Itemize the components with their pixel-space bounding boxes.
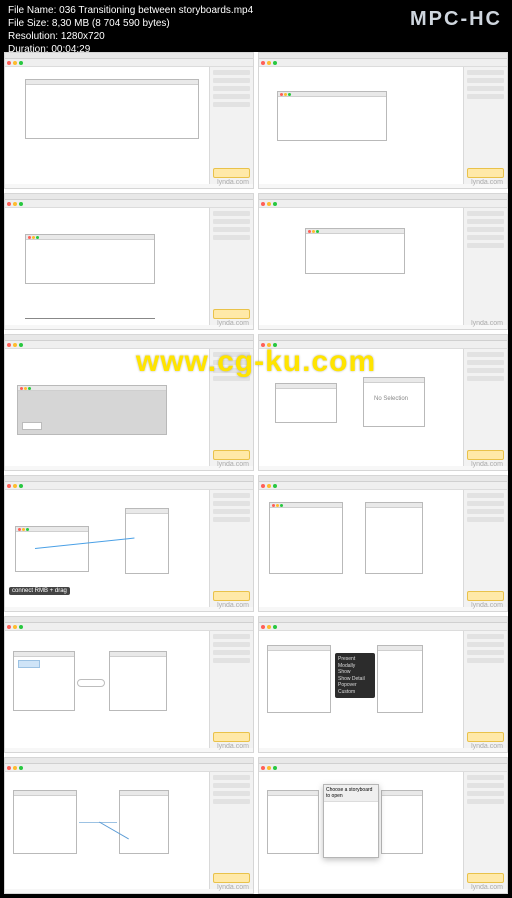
- watermark-icon: lynda.com: [471, 320, 503, 327]
- thumb-05[interactable]: lynda.com: [4, 334, 254, 471]
- watermark-icon: lynda.com: [217, 743, 249, 750]
- connect-tooltip: connect RMB + drag: [9, 587, 70, 595]
- file-name-label: File Name:: [8, 5, 56, 16]
- watermark-icon: lynda.com: [471, 743, 503, 750]
- thumb-12[interactable]: Choose a storyboard to open lynda.com: [258, 757, 508, 894]
- watermark-icon: lynda.com: [471, 179, 503, 186]
- thumb-06[interactable]: No Selection lynda.com: [258, 334, 508, 471]
- watermark-icon: lynda.com: [217, 461, 249, 468]
- thumb-07[interactable]: connect RMB + drag lynda.com: [4, 475, 254, 612]
- thumb-01[interactable]: lynda.com: [4, 52, 254, 189]
- watermark-icon: lynda.com: [217, 602, 249, 609]
- file-size-value: 8,30 MB (8 704 590 bytes): [52, 18, 170, 29]
- thumb-09[interactable]: lynda.com: [4, 616, 254, 753]
- thumbnail-grid: lynda.com lynda.com lynda.com: [4, 52, 508, 894]
- watermark-icon: lynda.com: [217, 320, 249, 327]
- player-header: File Name: 036 Transitioning between sto…: [0, 0, 512, 54]
- thumb-08[interactable]: lynda.com: [258, 475, 508, 612]
- watermark-icon: lynda.com: [471, 602, 503, 609]
- segue-option: Present Modally: [338, 656, 372, 669]
- thumb-11[interactable]: lynda.com: [4, 757, 254, 894]
- resolution-value: 1280x720: [61, 31, 105, 42]
- watermark-icon: lynda.com: [217, 884, 249, 891]
- thumb-04[interactable]: lynda.com: [258, 193, 508, 330]
- file-size-label: File Size:: [8, 18, 49, 29]
- segue-option: Custom: [338, 689, 372, 696]
- watermark-icon: lynda.com: [471, 884, 503, 891]
- thumb-02[interactable]: lynda.com: [258, 52, 508, 189]
- thumb-10[interactable]: Present Modally Show Show Detail Popover…: [258, 616, 508, 753]
- file-name-value: 036 Transitioning between storyboards.mp…: [59, 5, 253, 16]
- thumb-03[interactable]: lynda.com: [4, 193, 254, 330]
- popup-title: Choose a storyboard to open: [324, 785, 378, 802]
- watermark-icon: lynda.com: [217, 179, 249, 186]
- resolution-label: Resolution:: [8, 31, 58, 42]
- player-brand: MPC-HC: [410, 6, 502, 32]
- watermark-icon: lynda.com: [471, 461, 503, 468]
